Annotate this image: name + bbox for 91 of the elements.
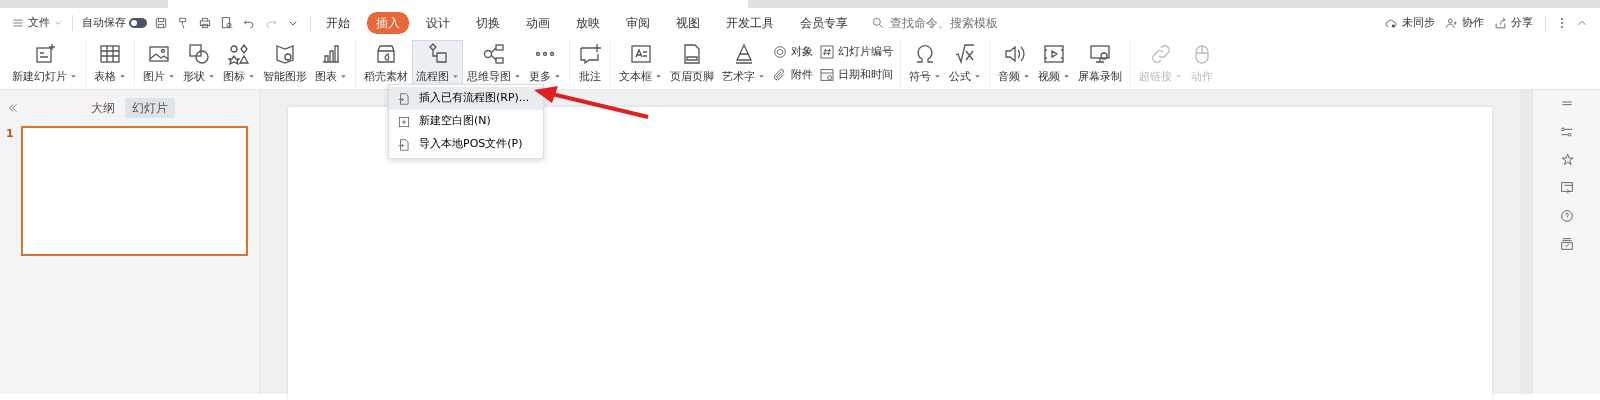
ribbon-button[interactable]: 新建幻灯片 (8, 40, 81, 87)
slide-number: 1 (6, 126, 15, 142)
caret-icon (208, 73, 215, 81)
ribbon-button[interactable]: 更多 (525, 40, 565, 87)
ribbon-button[interactable]: 附件 (769, 63, 816, 87)
caret-icon (1063, 73, 1070, 81)
calendar-icon (819, 67, 835, 84)
ribbon-button[interactable]: 稻壳素材 (360, 40, 412, 87)
caret-icon (70, 73, 77, 81)
ribbon-button[interactable]: 图表 (311, 40, 351, 87)
ribbon-button[interactable]: 符号 (905, 40, 945, 87)
ribbon-tab[interactable]: 动画 (517, 12, 559, 34)
video-icon (1042, 42, 1066, 66)
caret-icon (340, 73, 347, 81)
menu-item[interactable]: 插入已有流程图(RP)... (389, 87, 543, 110)
caret-icon (974, 73, 981, 81)
file-menu[interactable]: 文件 (8, 11, 66, 35)
slideshow-icon[interactable] (1558, 180, 1575, 196)
ribbon-button[interactable]: 日期和时间 (816, 63, 896, 87)
shapes-icon (187, 42, 211, 66)
panel-tab[interactable]: 幻灯片 (125, 98, 175, 118)
caret-icon (934, 73, 941, 81)
screen-record-icon (1088, 42, 1112, 66)
action-button[interactable]: 协作 (1441, 11, 1487, 35)
print-preview-icon[interactable] (219, 15, 235, 31)
menu-item[interactable]: 新建空白图(N) (389, 110, 543, 133)
add-icon (397, 114, 411, 129)
ribbon-tab[interactable]: 开始 (317, 12, 359, 34)
mind-map-icon (482, 42, 506, 66)
ribbon-tab[interactable]: 切换 (467, 12, 509, 34)
save-icon[interactable] (153, 15, 169, 31)
ribbon-button[interactable]: 表格 (90, 40, 130, 87)
ribbon-button[interactable]: 智能图形 (259, 40, 311, 87)
import-file-icon (397, 91, 411, 106)
menu-icon (11, 16, 25, 30)
smart-art-icon (273, 42, 297, 66)
autosave-toggle[interactable]: 自动保存 (79, 11, 150, 35)
ribbon-button[interactable]: 流程图 (412, 40, 463, 87)
ribbon-button[interactable]: 幻灯片编号 (816, 40, 896, 64)
hash-icon (819, 43, 835, 60)
search-field[interactable]: 查找命令、搜索模板 (871, 13, 1008, 33)
text-box-icon (628, 42, 653, 66)
share-icon (1493, 15, 1508, 31)
ribbon-tab[interactable]: 审阅 (617, 12, 659, 34)
caret-icon (168, 73, 175, 81)
ribbon-button[interactable]: 批注 (574, 40, 606, 87)
caret-icon (758, 73, 765, 81)
ribbon-button[interactable]: 形状 (179, 40, 219, 87)
ribbon-button[interactable]: 音频 (994, 40, 1034, 87)
caret-icon (655, 73, 662, 81)
comment-icon (578, 42, 602, 66)
table-icon (98, 42, 122, 66)
scrollbar[interactable] (1520, 90, 1532, 394)
collapse-left-icon[interactable] (6, 101, 20, 115)
ribbon-tab[interactable]: 开发工具 (717, 12, 783, 34)
ribbon-button[interactable]: 图标 (219, 40, 259, 87)
caret-icon (452, 73, 459, 81)
ribbon-button[interactable]: 思维导图 (463, 40, 525, 87)
ribbon-tab[interactable]: 放映 (567, 12, 609, 34)
archive-icon[interactable] (1558, 236, 1575, 252)
panel-tab[interactable]: 大纲 (84, 98, 122, 118)
shapes-grid-icon (227, 42, 251, 66)
search-icon (871, 16, 885, 30)
action-button[interactable]: 未同步 (1381, 11, 1438, 35)
ribbon-button[interactable]: 页眉页脚 (666, 40, 718, 87)
help-icon[interactable] (1558, 208, 1575, 224)
ribbon-button[interactable]: 公式 (945, 40, 985, 87)
ribbon-button[interactable]: 图片 (139, 40, 179, 87)
ribbon-button[interactable]: 屏幕录制 (1074, 40, 1126, 87)
caret-icon (514, 73, 521, 81)
slide-thumbnail[interactable] (21, 126, 248, 256)
action-button[interactable]: 分享 (1490, 11, 1536, 35)
more-icon (533, 51, 557, 57)
ribbon-button[interactable]: 艺术字 (718, 40, 769, 87)
caret-icon (119, 73, 126, 81)
ribbon-button[interactable]: 视频 (1034, 40, 1074, 87)
ribbon-tab[interactable]: 视图 (667, 12, 709, 34)
caret-icon (554, 73, 561, 81)
object-icon (772, 43, 788, 60)
formula-icon (953, 42, 977, 66)
print-icon[interactable] (197, 15, 213, 31)
ribbon-button[interactable]: 文本框 (615, 40, 666, 87)
caret-icon (248, 73, 255, 81)
caret-icon (1175, 73, 1182, 81)
import-file-icon (397, 137, 411, 152)
ribbon-button[interactable]: 对象 (769, 40, 816, 64)
menu-item[interactable]: 导入本地POS文件(P) (389, 133, 543, 156)
store-icon (374, 42, 398, 66)
ribbon-tab[interactable]: 设计 (417, 12, 459, 34)
ribbon-tab[interactable]: 会员专享 (791, 12, 857, 34)
caret-icon (1023, 73, 1030, 81)
